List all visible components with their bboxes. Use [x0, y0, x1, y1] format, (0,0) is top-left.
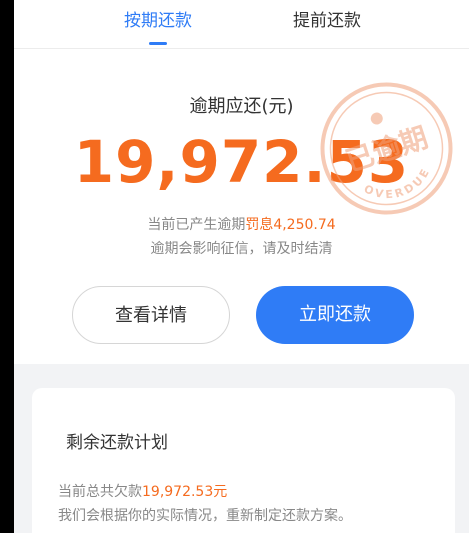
credit-notice: 逾期会影响征信，请及时结清: [150, 241, 333, 257]
tab-early-repayment[interactable]: 提前还款: [293, 10, 361, 32]
total-debt-prefix: 当前总共欠款: [58, 484, 142, 500]
repay-now-button[interactable]: 立即还款: [256, 286, 414, 344]
repayment-screen: 按期还款 提前还款 逾期应还(元) 19,972.53 已逾期 OVERDUE …: [14, 0, 469, 533]
penalty-line: 当前已产生逾期罚息4,250.74: [14, 215, 469, 235]
plan-description: 我们会根据你的实际情况，重新制定还款方案。: [58, 508, 352, 524]
active-tab-indicator: [149, 42, 167, 45]
repayment-plan-card: 剩余还款计划 当前总共欠款19,972.53元 我们会根据你的实际情况，重新制定…: [32, 388, 455, 533]
penalty-amount: 4,250.74: [273, 217, 336, 233]
overdue-amount: 19,972.53: [73, 128, 410, 196]
repayment-plan-title: 剩余还款计划: [66, 433, 168, 453]
overdue-card: 逾期应还(元) 19,972.53 已逾期 OVERDUE 当前已产生逾期罚息4…: [14, 49, 469, 364]
tab-scheduled-repayment[interactable]: 按期还款: [124, 10, 192, 32]
penalty-label: 罚息: [245, 217, 274, 233]
penalty-prefix: 当前已产生逾期: [147, 217, 246, 233]
total-debt-amount: 19,972.53元: [142, 484, 228, 500]
total-debt-line: 当前总共欠款19,972.53元: [58, 482, 227, 502]
tab-bar: 按期还款 提前还款: [14, 0, 469, 49]
overdue-amount-label: 逾期应还(元): [189, 96, 294, 117]
view-details-button[interactable]: 查看详情: [72, 286, 230, 344]
